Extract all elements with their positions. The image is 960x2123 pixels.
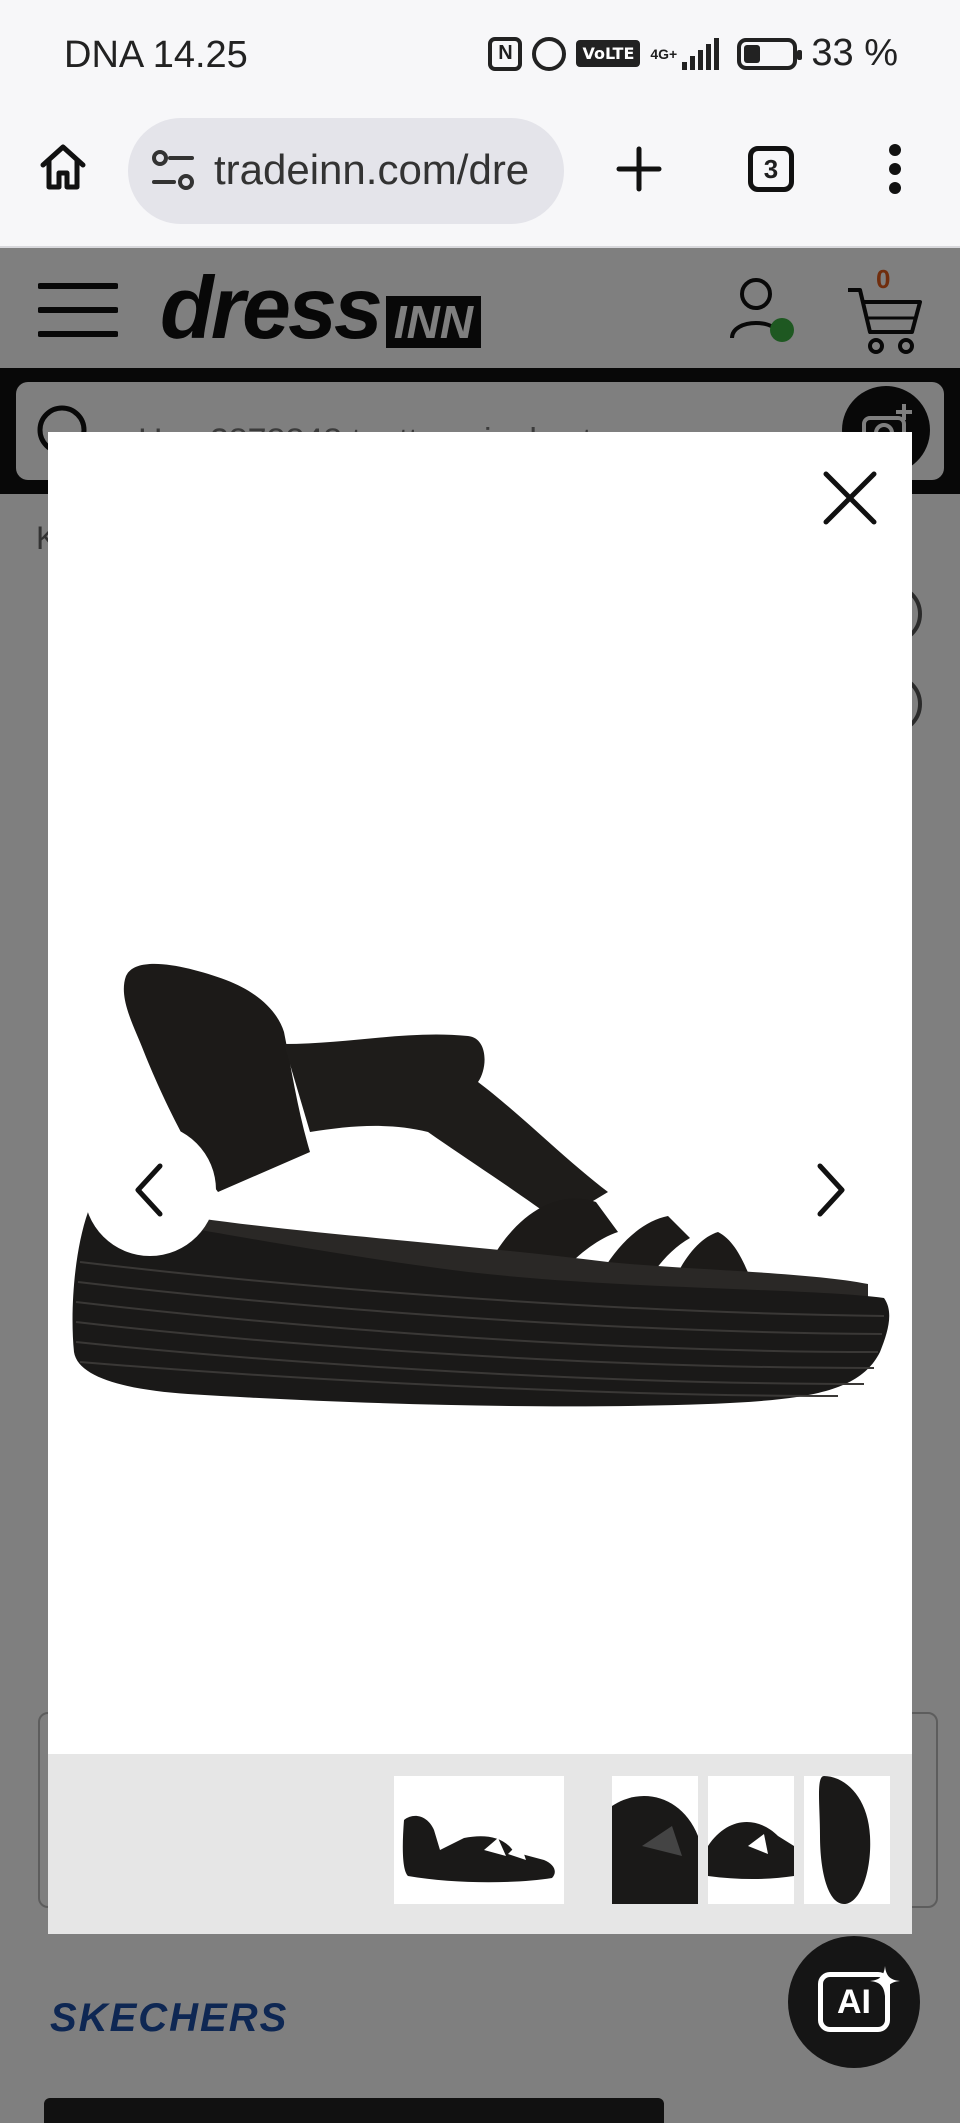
thumbnail-strip bbox=[48, 1754, 912, 1934]
status-bar: DNA 14.25 N VoLTE 4G+ 33 % bbox=[0, 0, 960, 112]
battery-icon bbox=[737, 37, 803, 70]
chevron-left-icon bbox=[135, 1163, 163, 1217]
close-gallery-button[interactable] bbox=[818, 466, 882, 530]
url-bar[interactable]: tradeinn.com/dre bbox=[128, 118, 564, 224]
battery-percent: 33 % bbox=[811, 32, 898, 74]
tab-switcher-button[interactable]: 3 bbox=[738, 136, 804, 202]
thumbnail-4[interactable] bbox=[804, 1776, 890, 1904]
chevron-right-icon bbox=[817, 1163, 845, 1217]
thumbnail-3[interactable] bbox=[708, 1776, 794, 1904]
signal-icon bbox=[682, 37, 720, 70]
thumbnail-1[interactable] bbox=[394, 1776, 564, 1904]
status-icons: N VoLTE 4G+ 33 % bbox=[488, 32, 898, 75]
alarm-icon bbox=[532, 36, 567, 71]
ai-assistant-button[interactable]: AI bbox=[788, 1936, 920, 2068]
more-menu-icon[interactable] bbox=[868, 134, 922, 204]
url-text[interactable]: tradeinn.com/dre bbox=[214, 146, 529, 194]
tab-count: 3 bbox=[748, 146, 794, 192]
home-icon[interactable] bbox=[30, 134, 96, 200]
sparkle-icon bbox=[870, 1966, 900, 1996]
network-type-icon: 4G+ bbox=[650, 45, 678, 62]
volte-icon: VoLTE bbox=[576, 40, 641, 67]
nfc-icon: N bbox=[488, 36, 523, 71]
browser-toolbar: tradeinn.com/dre 3 bbox=[0, 112, 960, 248]
previous-image-button[interactable] bbox=[84, 1124, 216, 1256]
next-image-button[interactable] bbox=[786, 1146, 874, 1234]
site-settings-icon[interactable] bbox=[150, 144, 198, 201]
carrier-time: DNA 14.25 bbox=[64, 34, 248, 76]
close-icon bbox=[823, 471, 877, 525]
image-gallery-modal bbox=[48, 432, 912, 1934]
thumbnail-2[interactable] bbox=[612, 1776, 698, 1904]
product-image bbox=[72, 963, 890, 1407]
new-tab-icon[interactable] bbox=[606, 136, 672, 202]
